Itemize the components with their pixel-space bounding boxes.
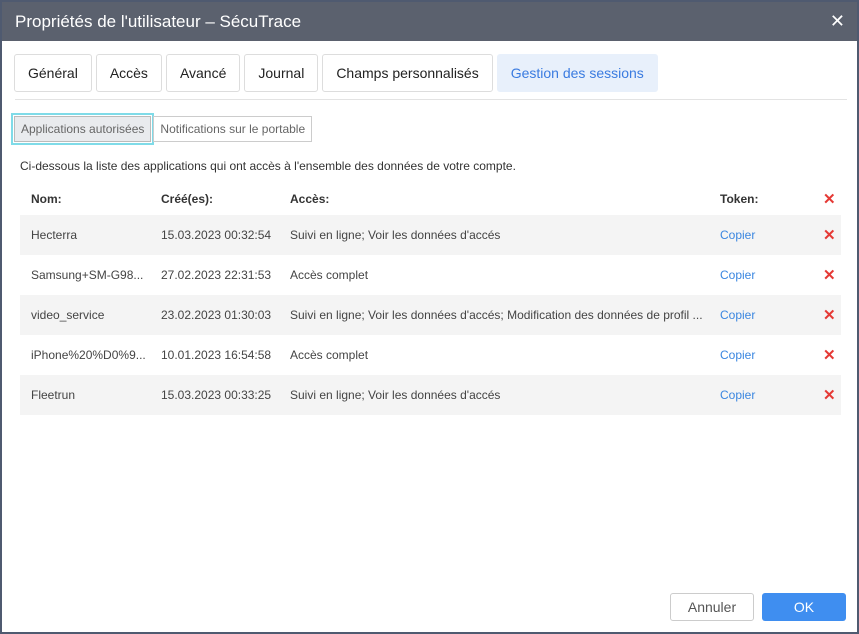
table-header: Nom: Créé(es): Accès: Token: ✕ xyxy=(20,183,841,215)
subtab-mobile-notifications[interactable]: Notifications sur le portable xyxy=(153,116,313,142)
user-properties-dialog: Propriétés de l'utilisateur – SécuTrace … xyxy=(1,1,858,633)
app-name: video_service xyxy=(31,308,105,322)
copy-token-link[interactable]: Copier xyxy=(720,388,755,402)
header-access: Accès: xyxy=(290,192,330,206)
delete-icon[interactable]: ✕ xyxy=(823,386,836,404)
dialog-title: Propriétés de l'utilisateur – SécuTrace xyxy=(15,11,302,31)
app-name: Hecterra xyxy=(31,228,78,242)
header-created: Créé(es): xyxy=(161,192,214,206)
copy-token-link[interactable]: Copier xyxy=(720,308,755,322)
header-name: Nom: xyxy=(31,192,62,206)
delete-icon[interactable]: ✕ xyxy=(823,266,836,284)
delete-all-icon[interactable]: ✕ xyxy=(823,190,836,208)
cancel-button[interactable]: Annuler xyxy=(670,593,754,621)
copy-token-link[interactable]: Copier xyxy=(720,228,755,242)
copy-token-link[interactable]: Copier xyxy=(720,348,755,362)
tab-custom-fields[interactable]: Champs personnalisés xyxy=(322,54,493,92)
tab-bar: Général Accès Avancé Journal Champs pers… xyxy=(14,54,658,92)
tab-session-management[interactable]: Gestion des sessions xyxy=(496,54,658,92)
app-access: Suivi en ligne; Voir les données d'accés xyxy=(290,388,501,402)
app-created: 27.02.2023 22:31:53 xyxy=(161,268,272,282)
title-bar: Propriétés de l'utilisateur – SécuTrace … xyxy=(2,2,857,41)
app-access: Suivi en ligne; Voir les données d'accés… xyxy=(290,308,703,322)
close-icon[interactable]: ✕ xyxy=(830,11,845,32)
table-row: Fleetrun 15.03.2023 00:33:25 Suivi en li… xyxy=(20,375,841,415)
subtab-authorized-apps[interactable]: Applications autorisées xyxy=(10,113,155,145)
ok-button[interactable]: OK xyxy=(762,593,846,621)
app-access: Accès complet xyxy=(290,348,369,362)
delete-icon[interactable]: ✕ xyxy=(823,306,836,324)
app-created: 23.02.2023 01:30:03 xyxy=(161,308,272,322)
tab-log[interactable]: Journal xyxy=(244,54,319,92)
app-name: iPhone%20%D0%9... xyxy=(31,348,146,362)
app-name: Samsung+SM-G98... xyxy=(31,268,144,282)
tab-access[interactable]: Accès xyxy=(95,54,162,92)
app-access: Accès complet xyxy=(290,268,369,282)
app-created: 15.03.2023 00:33:25 xyxy=(161,388,272,402)
tab-general[interactable]: Général xyxy=(14,54,92,92)
apps-table: Nom: Créé(es): Accès: Token: ✕ Hecterra … xyxy=(20,183,841,415)
subtab-bar: Applications autorisées Notifications su… xyxy=(10,113,313,145)
table-row: Samsung+SM-G98... 27.02.2023 22:31:53 Ac… xyxy=(20,255,841,295)
copy-token-link[interactable]: Copier xyxy=(720,268,755,282)
table-row: iPhone%20%D0%9... 10.01.2023 16:54:58 Ac… xyxy=(20,335,841,375)
table-row: video_service 23.02.2023 01:30:03 Suivi … xyxy=(20,295,841,335)
table-row: Hecterra 15.03.2023 00:32:54 Suivi en li… xyxy=(20,215,841,255)
app-access: Suivi en ligne; Voir les données d'accés xyxy=(290,228,501,242)
divider xyxy=(15,99,847,100)
delete-icon[interactable]: ✕ xyxy=(823,346,836,364)
app-created: 10.01.2023 16:54:58 xyxy=(161,348,272,362)
app-created: 15.03.2023 00:32:54 xyxy=(161,228,272,242)
app-name: Fleetrun xyxy=(31,388,76,402)
description: Ci-dessous la liste des applications qui… xyxy=(20,159,516,173)
tab-advanced[interactable]: Avancé xyxy=(165,54,241,92)
delete-icon[interactable]: ✕ xyxy=(823,226,836,244)
header-token: Token: xyxy=(720,192,759,206)
